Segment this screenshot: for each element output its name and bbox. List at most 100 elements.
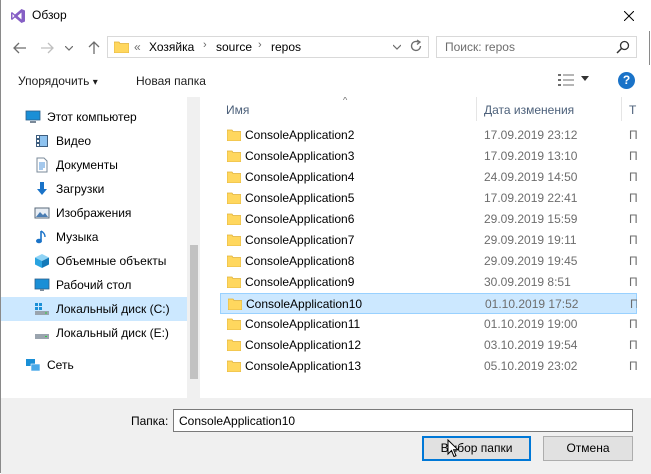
- drive-e-icon: [35, 334, 49, 339]
- file-date: 29.09.2019 19:11: [484, 233, 577, 247]
- cancel-button[interactable]: Отмена: [543, 436, 633, 461]
- address-overflow[interactable]: «: [134, 40, 141, 54]
- file-list: ^ Имя Дата изменения Т ConsoleApplicatio…: [201, 97, 651, 398]
- file-date: 24.09.2019 14:50: [484, 170, 578, 184]
- documents-icon: [36, 157, 48, 173]
- sidebar-item-drive-e[interactable]: Локальный диск (E:): [1, 321, 187, 345]
- sidebar-item-this-pc[interactable]: Этот компьютер: [1, 105, 187, 129]
- folder-label: Папка:: [131, 414, 169, 428]
- file-date: 17.09.2019 22:41: [484, 191, 578, 205]
- file-row[interactable]: ConsoleApplication11 01.10.2019 19:00 П: [220, 314, 638, 335]
- mouse-cursor-icon: [447, 439, 459, 458]
- folder-icon: [227, 171, 241, 183]
- breadcrumb-user[interactable]: Хозяйка: [149, 40, 194, 54]
- folder-icon: [227, 234, 241, 246]
- sidebar-item-label: Загрузки: [56, 182, 105, 196]
- column-divider[interactable]: [476, 97, 477, 121]
- file-row[interactable]: ConsoleApplication2 17.09.2019 23:12 П: [220, 125, 638, 146]
- sidebar-item-network[interactable]: Сеть: [1, 353, 187, 377]
- file-name: ConsoleApplication6: [245, 212, 355, 226]
- up-button[interactable]: [84, 39, 104, 57]
- window-title: Обзор: [32, 8, 67, 22]
- video-icon: [36, 135, 48, 147]
- folder-icon: [228, 298, 242, 310]
- breadcrumb-repos[interactable]: repos: [271, 40, 301, 54]
- select-folder-button[interactable]: Выбор папки: [422, 436, 531, 461]
- visual-studio-icon: [11, 9, 25, 23]
- refresh-icon[interactable]: [409, 39, 423, 53]
- scrollbar-thumb[interactable]: [190, 245, 198, 379]
- column-name[interactable]: Имя: [226, 103, 249, 117]
- sidebar-item-desktop[interactable]: Рабочий стол: [1, 273, 187, 297]
- file-date: 30.09.2019 8:51: [484, 275, 571, 289]
- pictures-icon: [34, 207, 50, 219]
- network-icon: [26, 359, 41, 372]
- sidebar-item-label: Изображения: [56, 206, 132, 220]
- sidebar-item-documents[interactable]: Документы: [1, 153, 187, 177]
- chevron-down-icon[interactable]: [393, 40, 401, 54]
- sort-ascending-icon: ^: [343, 97, 348, 105]
- column-divider[interactable]: [621, 97, 622, 121]
- folder-icon: [114, 41, 129, 53]
- sidebar-item-drive-c[interactable]: Локальный диск (C:): [1, 297, 187, 321]
- breadcrumb-separator[interactable]: ›: [258, 39, 262, 51]
- file-name: ConsoleApplication9: [245, 275, 355, 289]
- new-folder-button[interactable]: Новая папка: [136, 74, 206, 88]
- sidebar-item-label: Документы: [56, 158, 118, 172]
- sidebar-item-3d-objects[interactable]: Объемные объекты: [1, 249, 187, 273]
- close-button[interactable]: [606, 0, 651, 31]
- file-row[interactable]: ConsoleApplication3 17.09.2019 13:10 П: [220, 146, 638, 167]
- file-row[interactable]: ConsoleApplication12 03.10.2019 19:54 П: [220, 335, 638, 356]
- sidebar-item-video[interactable]: Видео: [1, 129, 187, 153]
- forward-button[interactable]: [37, 39, 57, 57]
- file-row[interactable]: ConsoleApplication4 24.09.2019 14:50 П: [220, 167, 638, 188]
- column-type[interactable]: Т: [629, 103, 636, 117]
- file-name: ConsoleApplication7: [245, 233, 355, 247]
- back-button[interactable]: [10, 39, 30, 57]
- sidebar-item-label: Музыка: [56, 230, 99, 244]
- folder-icon: [227, 129, 241, 141]
- close-icon: [624, 10, 634, 21]
- help-icon[interactable]: ?: [618, 72, 635, 89]
- navigation-scrollbar[interactable]: [187, 97, 200, 398]
- sidebar-item-label: Этот компьютер: [47, 110, 137, 124]
- browse-dialog: Обзор « Хозяйка › source › repos Поиск: …: [0, 0, 651, 474]
- file-row[interactable]: ConsoleApplication5 17.09.2019 22:41 П: [220, 188, 638, 209]
- breadcrumb-separator[interactable]: ›: [203, 39, 207, 51]
- chevron-down-icon[interactable]: [581, 76, 589, 82]
- file-name: ConsoleApplication4: [245, 170, 355, 184]
- breadcrumb-source[interactable]: source: [216, 40, 252, 54]
- folder-name-input[interactable]: [173, 409, 633, 432]
- sidebar-item-downloads[interactable]: Загрузки: [1, 177, 187, 201]
- arrow-right-icon: [41, 42, 54, 54]
- drive-c-icon: [35, 303, 49, 315]
- address-bar[interactable]: « Хозяйка › source › repos: [107, 36, 429, 58]
- arrow-left-icon: [13, 42, 26, 54]
- recent-locations-button[interactable]: [59, 39, 79, 57]
- column-date[interactable]: Дата изменения: [484, 103, 574, 117]
- folder-icon: [227, 318, 241, 330]
- sidebar-item-label: Объемные объекты: [56, 254, 167, 268]
- view-details-icon[interactable]: [558, 73, 574, 87]
- arrow-up-icon: [88, 41, 100, 54]
- file-date: 01.10.2019 17:52: [485, 297, 579, 311]
- file-row[interactable]: ConsoleApplication6 29.09.2019 15:59 П: [220, 209, 638, 230]
- file-date: 29.09.2019 19:45: [484, 254, 578, 268]
- file-date: 03.10.2019 19:54: [484, 338, 578, 352]
- organize-button[interactable]: Упорядочить ▾: [18, 74, 98, 88]
- sidebar-item-label: Локальный диск (C:): [56, 302, 170, 316]
- file-name: ConsoleApplication2: [245, 128, 355, 142]
- file-row[interactable]: ConsoleApplication7 29.09.2019 19:11 П: [220, 230, 638, 251]
- chevron-down-icon: [65, 45, 73, 51]
- sidebar-item-music[interactable]: Музыка: [1, 225, 187, 249]
- sidebar-item-label: Рабочий стол: [56, 278, 132, 292]
- sidebar-item-pictures[interactable]: Изображения: [1, 201, 187, 225]
- file-row[interactable]: ConsoleApplication8 29.09.2019 19:45 П: [220, 251, 638, 272]
- file-name: ConsoleApplication8: [245, 254, 355, 268]
- file-list-scrollbar[interactable]: [637, 121, 651, 398]
- file-row[interactable]: ConsoleApplication13 05.10.2019 23:02 П: [220, 356, 638, 377]
- file-row[interactable]: ConsoleApplication10 01.10.2019 17:52 П: [220, 293, 639, 314]
- file-row[interactable]: ConsoleApplication9 30.09.2019 8:51 П: [220, 272, 638, 293]
- search-input[interactable]: Поиск: repos: [436, 36, 637, 58]
- file-date: 17.09.2019 13:10: [484, 149, 578, 163]
